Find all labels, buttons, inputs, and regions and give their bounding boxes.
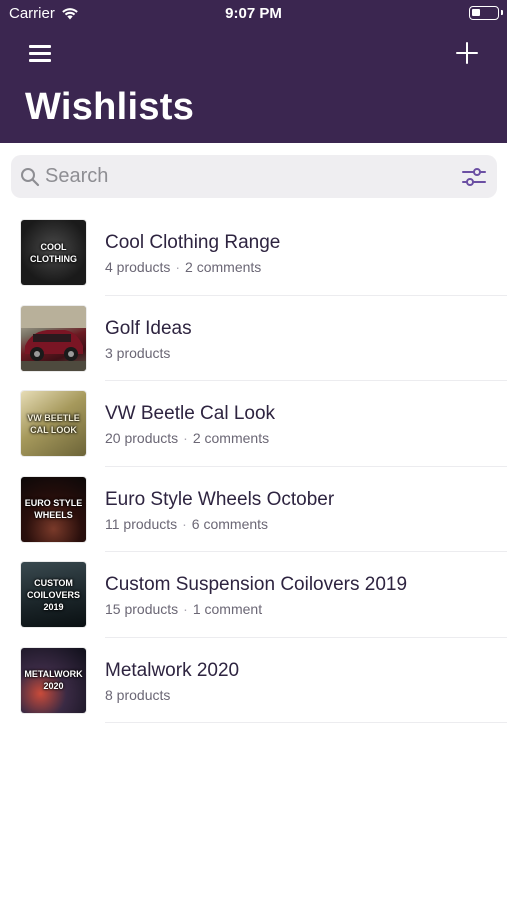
meta-separator: · [175, 259, 181, 275]
product-count: 11 products [105, 515, 178, 532]
wishlist-meta: 3 products [105, 345, 170, 361]
wishlist-meta: 8 products [105, 687, 170, 703]
wishlist-meta: 11 products · 6 comments [105, 516, 268, 532]
product-count: 3 products [105, 344, 171, 361]
wishlist-meta: 4 products · 2 comments [105, 259, 261, 275]
wishlist-name: Custom Suspension Coilovers 2019 [105, 574, 408, 595]
wishlist-thumbnail: Cool Clothing [21, 220, 86, 285]
product-count: 4 products [105, 259, 171, 275]
wishlist-thumbnail [21, 305, 86, 371]
wishlist-item[interactable]: Cool Clothing Cool Clothing Range 4 prod… [0, 210, 507, 296]
comment-count: 2 comments [192, 430, 270, 446]
search-bar[interactable] [11, 155, 497, 198]
meta-separator: · [182, 515, 187, 532]
status-time: 9:07 PM [225, 5, 282, 22]
wishlist-name: Cool Clothing Range [105, 232, 281, 253]
row-divider [105, 722, 507, 723]
thumbnail-caption: Cool Clothing [30, 241, 77, 264]
thumbnail-caption: Metalwork 2020 [24, 669, 83, 691]
plus-icon[interactable] [451, 38, 483, 68]
search-icon [20, 167, 40, 192]
comment-count: 2 comments [185, 259, 262, 275]
hamburger-menu-icon[interactable] [24, 38, 56, 68]
wishlist-item[interactable]: Custom Coilovers 2019 Custom Suspension … [0, 552, 507, 638]
wishlist-thumbnail: Custom Coilovers 2019 [21, 562, 86, 627]
wishlist-thumbnail: Metalwork 2020 [21, 647, 86, 713]
status-bar: Carrier 9:07 PM [0, 0, 507, 28]
meta-separator: · [183, 430, 188, 446]
app-header: Carrier 9:07 PM Wishlists [0, 0, 507, 143]
wishlist-name: Golf Ideas [105, 317, 192, 339]
product-count: 8 products [105, 686, 171, 703]
battery-level [472, 9, 480, 16]
wishlist-item[interactable]: Metalwork 2020 Metalwork 2020 8 products [0, 638, 507, 723]
comment-count: 1 comment [192, 601, 263, 617]
wishlist-thumbnail: VW Beetle Cal Look [21, 391, 86, 456]
page-title: Wishlists [25, 86, 195, 128]
product-count: 20 products [105, 430, 179, 446]
wishlist-list: Cool Clothing Cool Clothing Range 4 prod… [0, 210, 507, 723]
car-photo [21, 305, 86, 371]
wishlist-name: Euro Style Wheels October [105, 488, 335, 510]
product-count: 15 products [105, 601, 179, 617]
search-input[interactable] [45, 155, 445, 198]
wishlist-meta: 20 products · 2 comments [105, 430, 269, 446]
comment-count: 6 comments [191, 515, 269, 532]
thumbnail-caption: Euro Style Wheels [24, 498, 83, 520]
wishlist-name: Metalwork 2020 [105, 659, 240, 681]
wishlist-item[interactable]: VW Beetle Cal Look VW Beetle Cal Look 20… [0, 381, 507, 467]
wishlist-meta: 15 products · 1 comment [105, 601, 262, 617]
thumbnail-caption: Custom Coilovers 2019 [26, 577, 80, 612]
meta-separator: · [183, 601, 188, 617]
sliders-filter-icon[interactable] [462, 166, 486, 193]
wishlist-item[interactable]: Golf Ideas 3 products [0, 296, 507, 381]
thumbnail-caption: VW Beetle Cal Look [27, 412, 80, 435]
wishlist-thumbnail: Euro Style Wheels [21, 476, 86, 542]
wishlist-item[interactable]: Euro Style Wheels Euro Style Wheels Octo… [0, 467, 507, 552]
battery-icon [469, 6, 503, 20]
wishlist-name: VW Beetle Cal Look [105, 403, 276, 424]
